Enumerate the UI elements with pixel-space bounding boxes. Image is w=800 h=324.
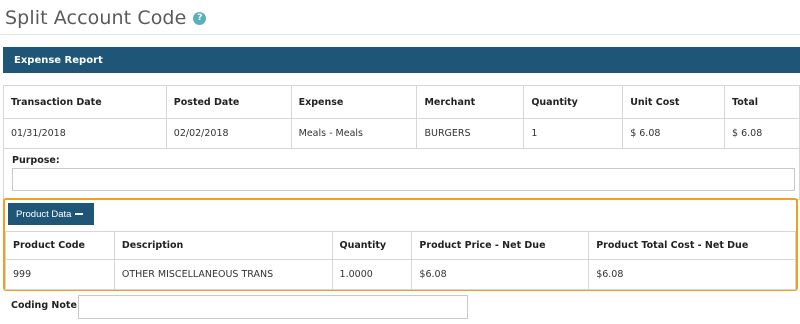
title-divider xyxy=(0,34,800,35)
product-data-button-label: Product Data xyxy=(16,208,72,220)
cell-posted-date: 02/02/2018 xyxy=(165,118,292,149)
column-header-total: Total xyxy=(724,85,800,119)
cell-quantity: 1 xyxy=(523,118,624,149)
table-row: 01/31/2018 02/02/2018 Meals - Meals BURG… xyxy=(3,118,800,149)
column-header-merchant: Merchant xyxy=(416,85,525,119)
cell-product-code: 999 xyxy=(5,259,115,290)
column-header-quantity: Quantity xyxy=(331,231,413,260)
column-header-product-price: Product Price - Net Due xyxy=(411,231,590,260)
column-header-product-total-cost: Product Total Cost - Net Due xyxy=(588,231,796,260)
cell-product-total-cost: $6.08 xyxy=(588,259,796,290)
cell-total: $ 6.08 xyxy=(724,118,800,149)
help-icon[interactable]: ? xyxy=(193,11,207,25)
cell-expense: Meals - Meals xyxy=(290,118,418,149)
column-header-expense: Expense xyxy=(290,85,418,119)
table-header-row: Transaction Date Posted Date Expense Mer… xyxy=(3,85,800,119)
column-header-unit-cost: Unit Cost xyxy=(622,85,726,119)
cell-unit-cost: $ 6.08 xyxy=(622,118,726,149)
table-row: 999 OTHER MISCELLANEOUS TRANS 1.0000 $6.… xyxy=(5,259,796,290)
table-header-row: Product Code Description Quantity Produc… xyxy=(5,231,796,260)
column-header-transaction-date: Transaction Date xyxy=(3,85,167,119)
product-data-table: Product Code Description Quantity Produc… xyxy=(5,231,796,290)
cell-product-price: $6.08 xyxy=(411,259,590,290)
column-header-description: Description xyxy=(113,231,333,260)
column-header-quantity: Quantity xyxy=(523,85,624,119)
column-header-posted-date: Posted Date xyxy=(165,85,292,119)
purpose-section: Purpose: xyxy=(3,145,800,200)
coding-note-label: Coding Note: xyxy=(11,300,81,311)
purpose-label: Purpose: xyxy=(12,155,60,166)
coding-note-input[interactable] xyxy=(78,295,468,319)
expense-report-header: Expense Report xyxy=(3,47,800,73)
page-title: Split Account Code xyxy=(5,7,187,29)
page-title-row: Split Account Code ? xyxy=(5,5,207,31)
cell-transaction-date: 01/31/2018 xyxy=(3,118,167,149)
cell-quantity: 1.0000 xyxy=(331,259,413,290)
column-header-product-code: Product Code xyxy=(5,231,115,260)
cell-description: OTHER MISCELLANEOUS TRANS xyxy=(113,259,333,290)
purpose-textarea[interactable] xyxy=(12,168,795,191)
minus-icon xyxy=(75,213,84,215)
transaction-table: Transaction Date Posted Date Expense Mer… xyxy=(3,85,800,149)
product-data-toggle-button[interactable]: Product Data xyxy=(8,203,94,225)
cell-merchant: BURGERS xyxy=(416,118,525,149)
